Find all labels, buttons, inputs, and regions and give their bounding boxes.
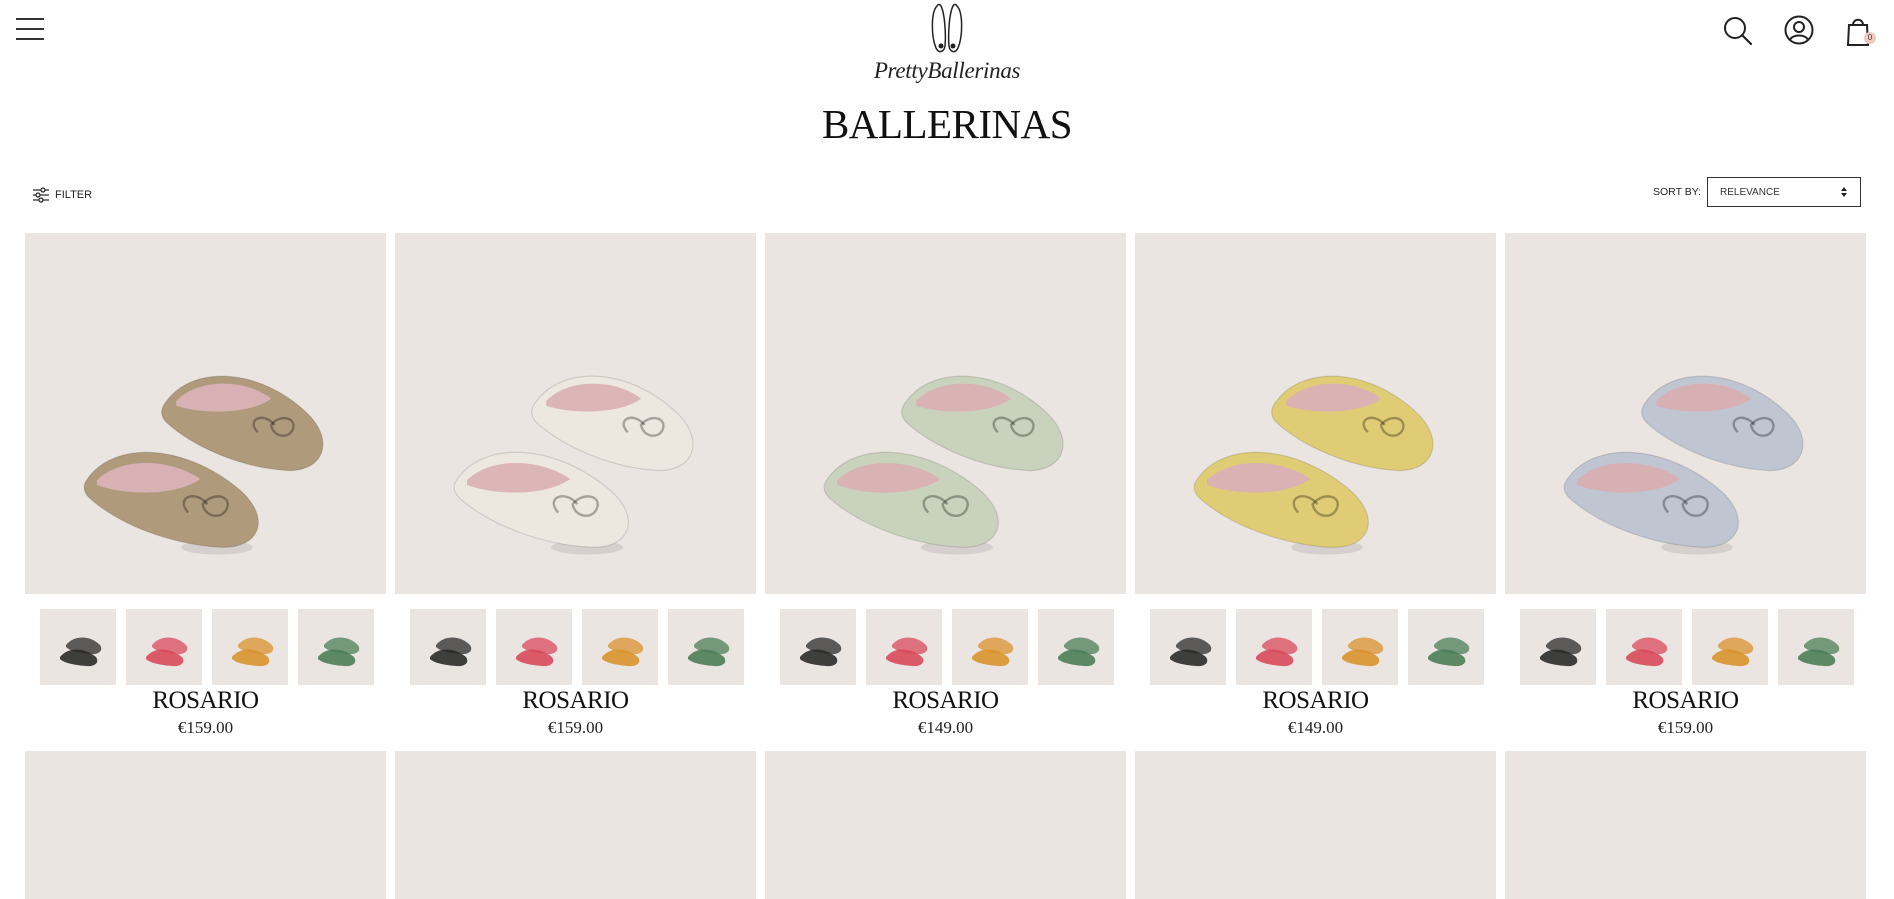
product-image[interactable] [765, 751, 1126, 899]
product-name[interactable]: ROSARIO [395, 687, 756, 715]
sort-selected-value: RELEVANCE [1720, 186, 1780, 198]
product-image[interactable] [1505, 233, 1866, 594]
color-swatch[interactable] [780, 609, 856, 685]
cart-count-badge: 0 [1864, 32, 1876, 44]
product-name[interactable]: ROSARIO [1505, 687, 1866, 715]
product-price: €149.00 [917, 718, 974, 737]
color-swatches [1150, 609, 1484, 685]
product-card[interactable]: ROSARIO €159.00 [395, 233, 756, 737]
top-header: PrettyBallerinas 0 [0, 0, 1894, 90]
color-swatch[interactable] [1150, 609, 1226, 685]
color-swatch[interactable] [952, 609, 1028, 685]
color-swatch[interactable] [1322, 609, 1398, 685]
product-name[interactable]: ROSARIO [25, 687, 386, 715]
color-swatches [40, 609, 374, 685]
product-price: €159.00 [1657, 718, 1714, 737]
color-swatches [1520, 609, 1854, 685]
product-price: €159.00 [547, 718, 604, 737]
color-swatch[interactable] [1038, 609, 1114, 685]
color-swatch[interactable] [1778, 609, 1854, 685]
brand-name: PrettyBallerinas [873, 58, 1021, 83]
brand-logo[interactable]: PrettyBallerinas [872, 2, 1022, 88]
up-down-arrows-icon [1841, 187, 1847, 197]
product-card[interactable]: ROSARIO €149.00 [1135, 233, 1496, 737]
product-image[interactable] [765, 233, 1126, 594]
color-swatch[interactable] [298, 609, 374, 685]
sliders-icon [33, 187, 49, 203]
color-swatch[interactable] [1606, 609, 1682, 685]
product-image[interactable] [1135, 233, 1496, 594]
product-image[interactable] [25, 233, 386, 594]
sort-select[interactable]: RELEVANCE [1707, 177, 1861, 207]
product-card[interactable]: ROSARIO €159.00 [1505, 233, 1866, 737]
product-card[interactable]: ROSARIO €149.00 [765, 233, 1126, 737]
product-card[interactable] [395, 751, 756, 899]
product-card[interactable]: ROSARIO €159.00 [25, 233, 386, 737]
filter-label: FILTER [55, 189, 93, 201]
color-swatch[interactable] [1692, 609, 1768, 685]
color-swatch[interactable] [40, 609, 116, 685]
product-image[interactable] [395, 233, 756, 594]
color-swatches [410, 609, 744, 685]
ballerina-shoes-logo-icon [931, 3, 963, 53]
product-card[interactable] [25, 751, 386, 899]
search-icon[interactable] [1721, 14, 1755, 48]
hamburger-menu-icon[interactable] [16, 18, 44, 42]
product-name[interactable]: ROSARIO [1135, 687, 1496, 715]
product-image[interactable] [25, 751, 386, 899]
product-card[interactable] [1505, 751, 1866, 899]
shopping-bag-icon[interactable]: 0 [1843, 14, 1877, 48]
product-name[interactable]: ROSARIO [765, 687, 1126, 715]
color-swatches [780, 609, 1114, 685]
color-swatch[interactable] [668, 609, 744, 685]
color-swatch[interactable] [496, 609, 572, 685]
color-swatch[interactable] [1408, 609, 1484, 685]
page-title: BALLERINAS [821, 101, 1073, 147]
product-price: €149.00 [1287, 718, 1344, 737]
filter-button[interactable]: FILTER [32, 185, 92, 205]
color-swatch[interactable] [212, 609, 288, 685]
product-price: €159.00 [177, 718, 234, 737]
product-image[interactable] [1505, 751, 1866, 899]
color-swatch[interactable] [410, 609, 486, 685]
color-swatch[interactable] [1236, 609, 1312, 685]
product-image[interactable] [1135, 751, 1496, 899]
color-swatch[interactable] [126, 609, 202, 685]
product-card[interactable] [765, 751, 1126, 899]
color-swatch[interactable] [866, 609, 942, 685]
color-swatch[interactable] [1520, 609, 1596, 685]
product-card[interactable] [1135, 751, 1496, 899]
sort-label: SORT BY: [1653, 186, 1702, 198]
product-image[interactable] [395, 751, 756, 899]
color-swatch[interactable] [582, 609, 658, 685]
user-icon[interactable] [1782, 14, 1816, 48]
